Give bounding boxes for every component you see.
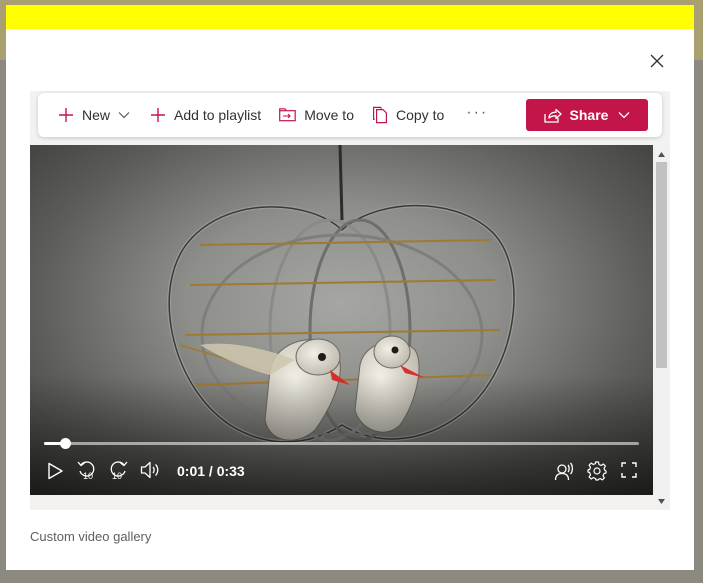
move-to-button[interactable]: Move to — [273, 99, 360, 131]
skip-back-seconds: 10 — [83, 471, 93, 481]
copy-to-label: Copy to — [396, 107, 445, 123]
settings-icon — [587, 461, 607, 481]
plus-icon — [151, 108, 166, 122]
share-icon — [543, 108, 562, 123]
gallery-caption: Custom video gallery — [30, 529, 152, 544]
close-icon — [650, 54, 664, 68]
share-label: Share — [569, 107, 609, 123]
move-icon — [279, 108, 296, 122]
close-button[interactable] — [647, 51, 667, 71]
more-options-button[interactable]: ··· — [458, 97, 496, 129]
skip-forward-button[interactable]: 10 — [108, 460, 128, 487]
chevron-down-icon — [118, 112, 130, 119]
new-label: New — [82, 107, 111, 123]
add-to-playlist-label: Add to playlist — [174, 107, 262, 123]
skip-forward-icon: 10 — [110, 461, 128, 481]
copy-icon — [373, 106, 387, 124]
add-to-playlist-button[interactable]: Add to playlist — [144, 99, 267, 131]
fullscreen-button[interactable] — [621, 462, 637, 483]
share-button[interactable]: Share — [526, 99, 648, 131]
playback-time: 0:01 / 0:33 — [177, 463, 245, 479]
skip-forward-seconds: 10 — [112, 471, 122, 481]
skip-back-icon: 10 — [77, 461, 95, 481]
copy-to-button[interactable]: Copy to — [366, 99, 450, 131]
move-to-label: Move to — [304, 107, 354, 123]
captions-button[interactable] — [554, 461, 574, 486]
chevron-down-icon — [618, 112, 630, 119]
triangle-up-icon — [658, 151, 665, 157]
fullscreen-icon — [621, 462, 637, 478]
triangle-down-icon — [658, 498, 665, 504]
highlight-bar — [6, 5, 694, 29]
captions-icon — [554, 462, 574, 481]
seek-bar[interactable] — [44, 438, 639, 449]
volume-icon — [140, 461, 159, 479]
plus-icon — [59, 108, 73, 122]
play-button[interactable] — [46, 462, 64, 485]
scroll-thumb[interactable] — [656, 162, 667, 368]
skip-back-button[interactable]: 10 — [77, 460, 97, 487]
settings-button[interactable] — [587, 461, 607, 486]
play-icon — [48, 462, 63, 480]
volume-button[interactable] — [140, 461, 160, 484]
scroll-down-button[interactable] — [653, 494, 670, 508]
vertical-scrollbar[interactable] — [653, 145, 670, 510]
new-button[interactable]: New — [52, 99, 136, 131]
scroll-up-button[interactable] — [653, 147, 670, 161]
